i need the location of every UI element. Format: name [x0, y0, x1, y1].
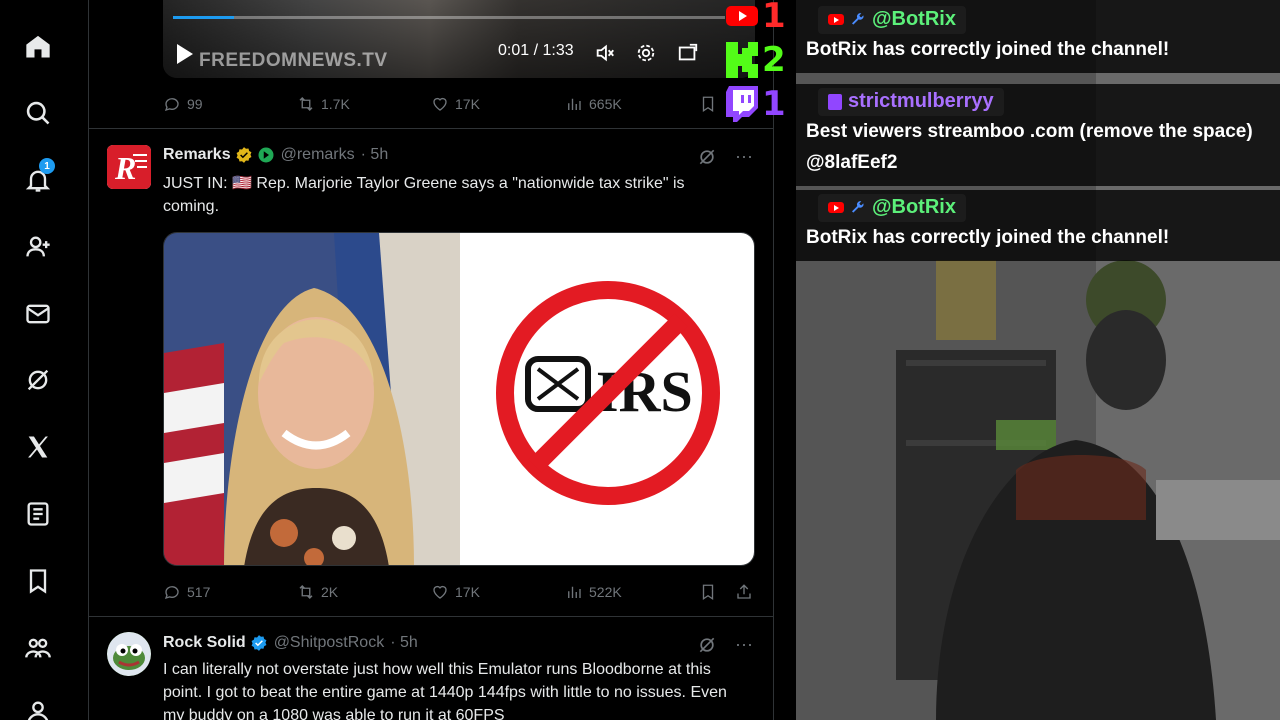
reply-button[interactable]: 517 — [163, 583, 210, 601]
video-progress-bar[interactable] — [173, 16, 725, 19]
notification-badge: 1 — [39, 158, 55, 174]
avatar[interactable] — [107, 632, 151, 676]
tweet-time[interactable]: · 5h — [361, 146, 389, 164]
tweet-actions: 517 2K 17K 522K — [163, 580, 755, 604]
youtube-viewer-count: 1 — [726, 0, 796, 36]
twitch-count: 1 — [762, 84, 786, 124]
blue-verified-icon — [251, 635, 267, 651]
like-button[interactable]: 17K — [431, 95, 480, 113]
search-icon[interactable] — [22, 97, 54, 129]
play-icon[interactable] — [177, 44, 193, 64]
avatar[interactable]: R — [107, 145, 151, 189]
like-button[interactable]: 17K — [431, 583, 480, 601]
stream-camera: @BotRix BotRix has correctly joined the … — [796, 0, 1280, 720]
youtube-icon — [726, 6, 758, 26]
views-button[interactable]: 522K — [565, 583, 622, 601]
tweet-text: I can literally not overstate just how w… — [163, 661, 727, 720]
repost-button[interactable]: 1.7K — [297, 95, 350, 113]
tweet-actions: 99 1.7K 17K 665K — [163, 92, 755, 116]
list-icon[interactable] — [22, 498, 54, 530]
more-options-icon[interactable]: ··· — [735, 146, 753, 167]
no-irs-graphic: IRS — [460, 233, 754, 565]
tweet-text: JUST IN: 🇺🇸 Rep. Marjorie Taylor Greene … — [163, 175, 685, 215]
author-name[interactable]: Rock Solid — [163, 634, 246, 652]
bookmark-icon[interactable] — [22, 565, 54, 597]
add-person-icon[interactable] — [22, 231, 54, 263]
author-handle[interactable]: @remarks — [281, 146, 355, 164]
video-player[interactable]: FREEDOMNEWS.TV 0:01 / 1:33 — [163, 0, 755, 78]
communities-icon[interactable] — [22, 632, 54, 664]
chat-user-chip[interactable]: @BotRix — [818, 194, 966, 222]
tweet-header: Remarks @remarks · 5h — [163, 146, 388, 164]
profile-icon[interactable] — [22, 696, 54, 720]
youtube-badge-icon — [828, 202, 844, 213]
repost-count: 2K — [321, 584, 339, 600]
twitch-icon — [726, 86, 758, 122]
chat-text: Best viewers streamboo .com (remove the … — [806, 121, 1253, 173]
bookmark-button[interactable] — [699, 583, 717, 601]
chat-text: BotRix has correctly joined the channel! — [806, 39, 1170, 60]
portrait-photo — [164, 233, 460, 565]
viewer-counts: 1 2 1 — [726, 0, 796, 128]
chat-user-chip[interactable]: strictmulberryy — [818, 88, 1004, 116]
reply-count: 99 — [187, 96, 203, 112]
reply-button[interactable]: 99 — [163, 95, 203, 113]
bell-icon[interactable]: 1 — [22, 158, 55, 196]
chat-username: @BotRix — [872, 8, 956, 30]
mute-icon[interactable] — [594, 42, 616, 64]
repost-button[interactable]: 2K — [297, 583, 338, 601]
youtube-count: 1 — [762, 0, 786, 36]
grok-icon[interactable] — [22, 364, 54, 396]
kick-count: 2 — [762, 40, 786, 80]
tweet-time[interactable]: · 5h — [390, 634, 418, 652]
affiliate-badge-icon — [258, 147, 274, 163]
twitch-badge-icon — [828, 93, 842, 110]
chat-username: strictmulberryy — [848, 90, 994, 112]
chat-message: @BotRix BotRix has correctly joined the … — [796, 190, 1280, 261]
tweet-tools: ··· — [697, 146, 753, 167]
grok-icon[interactable] — [697, 147, 717, 167]
repost-count: 1.7K — [321, 96, 350, 112]
like-count: 17K — [455, 584, 480, 600]
chat-text: BotRix has correctly joined the channel! — [806, 227, 1170, 248]
chat-user-chip[interactable]: @BotRix — [818, 6, 966, 34]
pip-icon[interactable] — [677, 42, 699, 64]
reply-count: 517 — [187, 584, 211, 600]
like-count: 17K — [455, 96, 480, 112]
author-name[interactable]: Remarks — [163, 146, 231, 164]
video-watermark: FREEDOMNEWS.TV — [199, 50, 388, 71]
chat-username: @BotRix — [872, 196, 956, 218]
svg-text:R: R — [114, 150, 136, 186]
home-icon[interactable] — [22, 31, 54, 63]
youtube-badge-icon — [828, 14, 844, 25]
divider — [89, 616, 773, 617]
views-button[interactable]: 665K — [565, 95, 622, 113]
settings-gear-icon[interactable] — [635, 42, 657, 64]
views-count: 522K — [589, 584, 622, 600]
video-progress-fill — [173, 16, 234, 19]
timeline-feed: FREEDOMNEWS.TV 0:01 / 1:33 99 1.7K 17K 6… — [88, 0, 774, 720]
x-logo-icon[interactable] — [22, 431, 54, 463]
tweet-header: Rock Solid @ShitpostRock · 5h — [163, 634, 418, 652]
grok-icon[interactable] — [697, 635, 717, 655]
author-handle[interactable]: @ShitpostRock — [274, 634, 385, 652]
kick-icon — [726, 42, 758, 78]
bookmark-button[interactable] — [699, 95, 717, 113]
views-count: 665K — [589, 96, 622, 112]
side-nav: 1 — [0, 0, 76, 720]
share-button[interactable] — [735, 583, 753, 601]
video-time: 0:01 / 1:33 — [498, 42, 574, 59]
divider — [89, 128, 773, 129]
mail-icon[interactable] — [22, 298, 54, 330]
kick-viewer-count: 2 — [726, 40, 796, 80]
chat-message: @BotRix BotRix has correctly joined the … — [796, 0, 1280, 73]
twitch-viewer-count: 1 — [726, 84, 796, 124]
tweet-tools: ··· — [697, 634, 753, 655]
wrench-icon — [852, 12, 864, 25]
wrench-icon — [852, 200, 864, 213]
gold-verified-icon — [236, 147, 252, 163]
chat-message: strictmulberryy Best viewers streamboo .… — [796, 84, 1280, 186]
more-options-icon[interactable]: ··· — [735, 634, 753, 655]
tweet-media[interactable]: IRS — [163, 232, 755, 566]
